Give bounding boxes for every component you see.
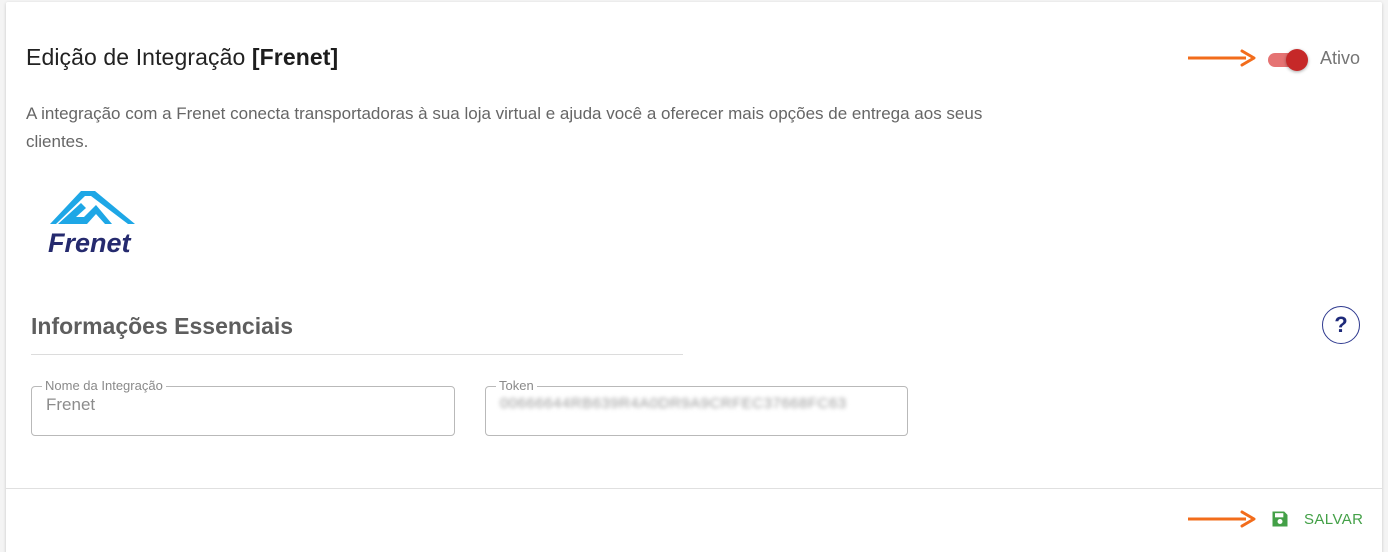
page: Edição de Integração [Frenet] Ativo A in… xyxy=(0,0,1388,552)
help-icon[interactable]: ? xyxy=(1322,306,1360,344)
integration-name-field[interactable]: Nome da Integração xyxy=(31,379,455,436)
page-title-prefix: Edição de Integração xyxy=(26,44,252,70)
active-toggle-label: Ativo xyxy=(1320,47,1361,68)
integration-name-label: Nome da Integração xyxy=(45,378,163,393)
section-divider xyxy=(31,354,683,355)
frenet-logo: Frenet xyxy=(44,185,142,258)
footer-divider xyxy=(6,488,1382,489)
section-title: Informações Essenciais xyxy=(31,313,294,339)
token-input[interactable] xyxy=(500,395,893,412)
footer-actions: SALVAR xyxy=(1186,505,1363,533)
token-field[interactable]: Token xyxy=(485,379,908,436)
active-toggle-switch[interactable] xyxy=(1266,48,1308,71)
arrow-right-icon xyxy=(1188,510,1256,528)
save-button-label: SALVAR xyxy=(1304,510,1364,528)
frenet-logo-text: Frenet xyxy=(48,228,132,257)
save-button[interactable]: SALVAR xyxy=(1270,509,1363,529)
save-icon xyxy=(1272,511,1288,527)
token-label: Token xyxy=(499,378,534,393)
status-toggle-group: Ativo xyxy=(1186,42,1360,74)
toggle-knob[interactable] xyxy=(1286,49,1308,71)
integration-card: Edição de Integração [Frenet] Ativo A in… xyxy=(6,2,1382,552)
arrow-right-icon xyxy=(1188,49,1256,67)
integration-description: A integração com a Frenet conecta transp… xyxy=(26,104,983,151)
page-title-integration-name: [Frenet] xyxy=(251,44,339,70)
page-title: Edição de Integração [Frenet] xyxy=(26,44,338,71)
integration-name-input[interactable] xyxy=(46,395,440,415)
